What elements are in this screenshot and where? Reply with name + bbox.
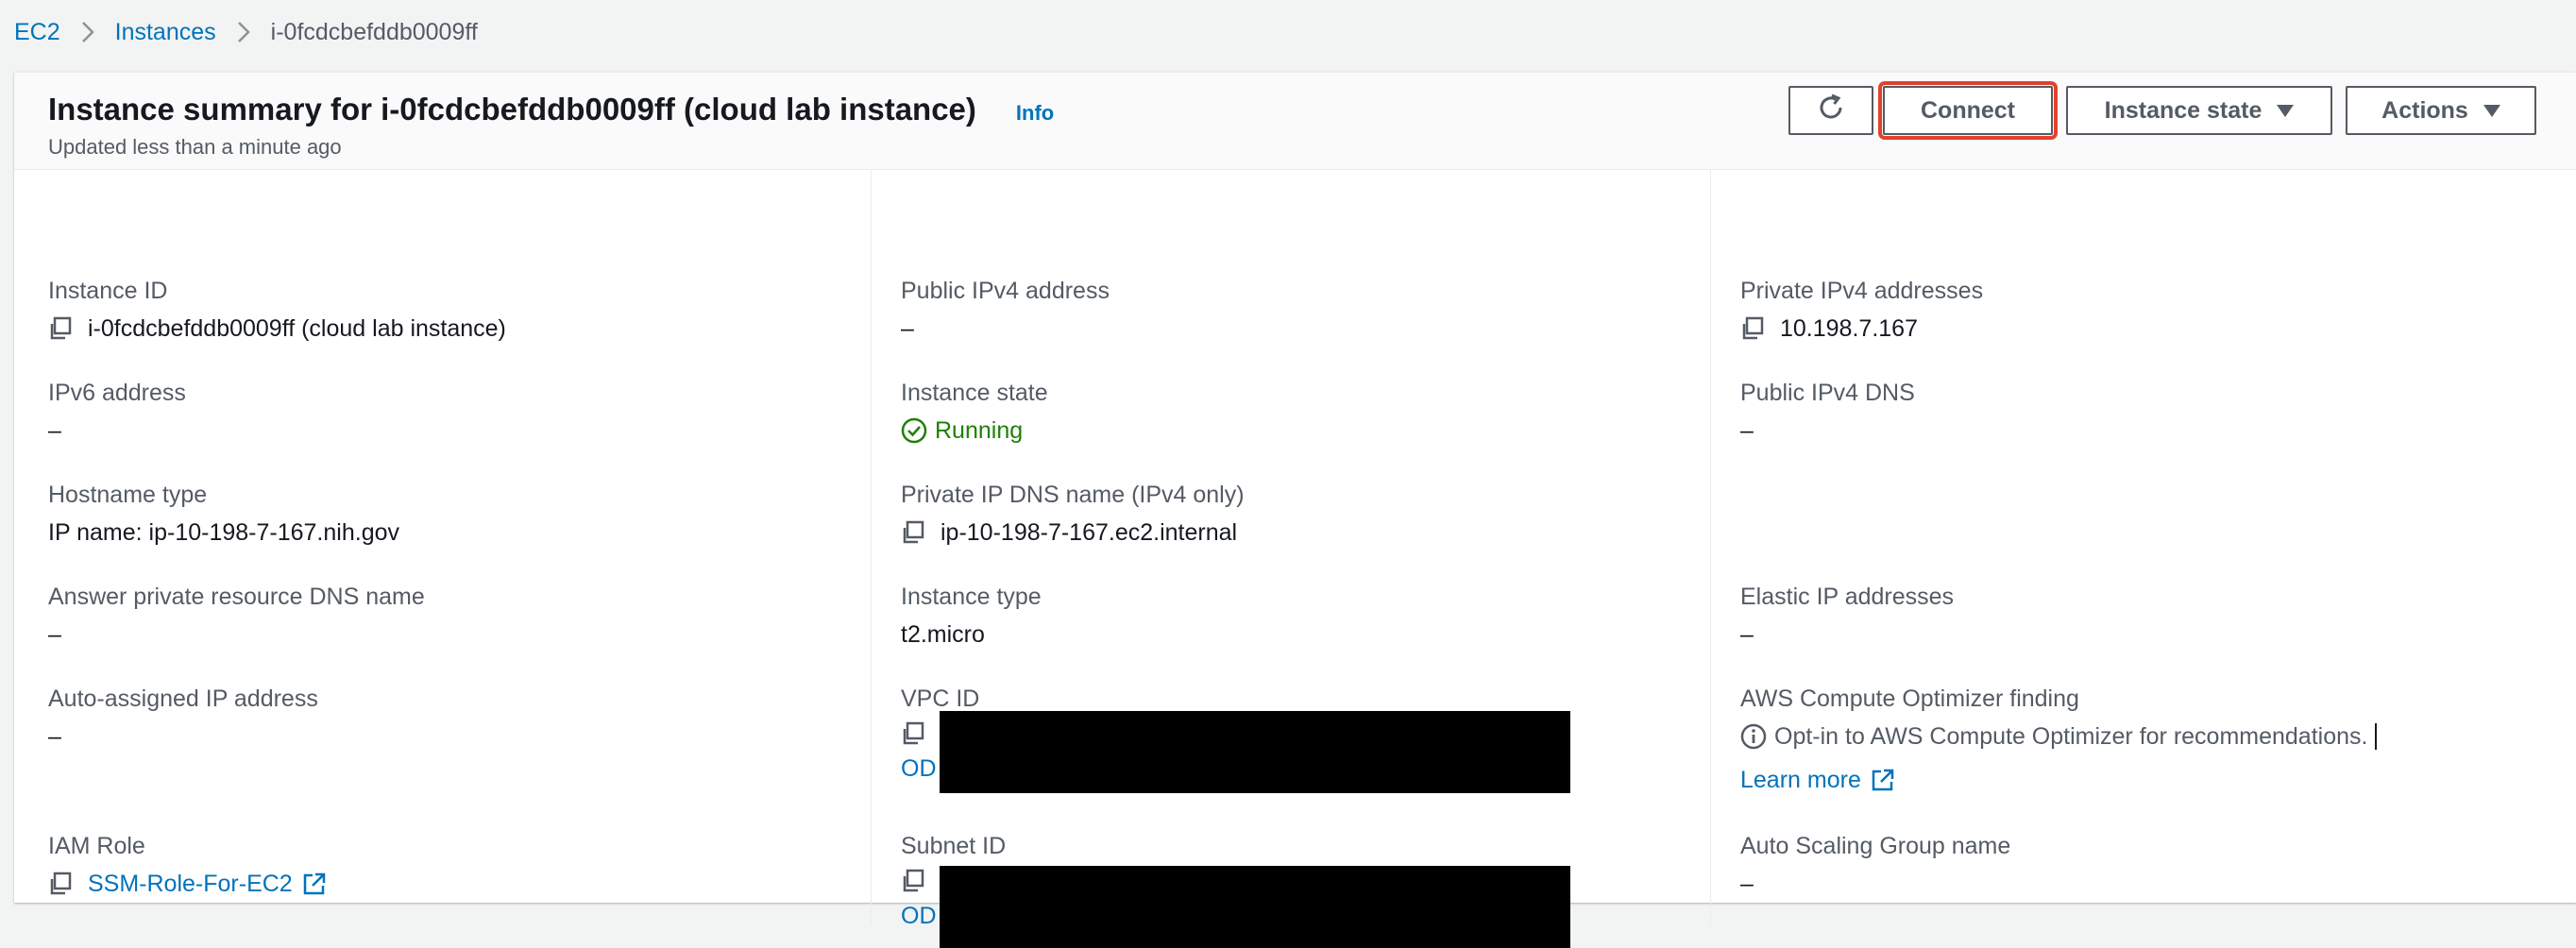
private-ipv4-field: Private IPv4 addresses 10.198.7.167 — [1740, 276, 1983, 344]
actions-label: Actions — [2381, 96, 2468, 124]
instance-state-button[interactable]: Instance state — [2066, 86, 2332, 135]
field-label: Auto-assigned IP address — [48, 686, 318, 712]
field-label: Auto Scaling Group name — [1740, 833, 2011, 859]
field-label: AWS Compute Optimizer finding — [1740, 686, 2079, 712]
public-ipv4-value: – — [901, 315, 914, 342]
copy-icon[interactable] — [901, 520, 925, 545]
field-label: IAM Role — [48, 833, 145, 859]
ipv6-field: IPv6 address – — [48, 378, 186, 446]
private-ipv4-value: 10.198.7.167 — [1780, 315, 1918, 342]
field-label: IPv6 address — [48, 380, 186, 406]
field-label: Elastic IP addresses — [1740, 584, 1955, 610]
instance-state-value: Running — [935, 417, 1024, 444]
connect-button[interactable]: Connect — [1878, 81, 2058, 140]
details-column-3: Private IPv4 addresses 10.198.7.167 Publ… — [1710, 170, 2576, 925]
breadcrumb-instances[interactable]: Instances — [115, 19, 216, 46]
redaction-block — [940, 866, 1570, 948]
field-label: Public IPv4 DNS — [1740, 380, 1915, 406]
instance-id-value: i-0fcdcbefddb0009ff (cloud lab instance) — [88, 315, 506, 342]
private-dns-value: ip-10-198-7-167.ec2.internal — [941, 519, 1238, 546]
field-label: Instance state — [901, 380, 1048, 406]
refresh-icon — [1816, 93, 1846, 129]
field-label: Instance type — [901, 584, 1042, 610]
details-column-2: Public IPv4 address – Instance state Run… — [871, 170, 1710, 948]
auto-ip-value: – — [48, 723, 61, 750]
external-link-icon[interactable] — [1871, 768, 1895, 792]
info-link[interactable]: Info — [1016, 101, 1054, 126]
learn-more-link[interactable]: Learn more — [1740, 765, 1861, 795]
auto-ip-field: Auto-assigned IP address – — [48, 684, 318, 752]
hostname-type-field: Hostname type IP name: ip-10-198-7-167.n… — [48, 480, 399, 548]
instance-id-field: Instance ID i-0fcdcbefddb0009ff (cloud l… — [48, 276, 506, 344]
public-ipv4-field: Public IPv4 address – — [901, 276, 1110, 344]
instance-summary-panel: Instance summary for i-0fcdcbefddb0009ff… — [14, 72, 2576, 948]
field-label: Private IPv4 addresses — [1740, 278, 1984, 304]
copy-icon[interactable] — [48, 872, 73, 896]
page-title: Instance summary for i-0fcdcbefddb0009ff… — [48, 92, 976, 127]
iam-role-link[interactable]: SSM-Role-For-EC2 — [88, 869, 293, 899]
field-label: VPC ID — [901, 686, 980, 712]
field-label: Answer private resource DNS name — [48, 584, 425, 610]
header-actions: Connect Instance state Actions — [1788, 81, 2536, 140]
field-label: Instance ID — [48, 278, 168, 304]
panel-header: Instance summary for i-0fcdcbefddb0009ff… — [14, 73, 2576, 170]
asg-value: – — [1740, 871, 1754, 897]
redaction-block — [940, 711, 1570, 793]
optimizer-text: Opt-in to AWS Compute Optimizer for reco… — [1774, 723, 2368, 750]
copy-icon[interactable] — [901, 869, 925, 893]
vpc-id-link[interactable]: OD — [901, 753, 937, 784]
field-label: Private IP DNS name (IPv4 only) — [901, 482, 1245, 508]
caret-down-icon — [2483, 104, 2500, 117]
iam-role-field: IAM Role SSM-Role-For-EC2 — [48, 831, 327, 899]
updated-text: Updated less than a minute ago — [48, 135, 342, 159]
details-column-1: Instance ID i-0fcdcbefddb0009ff (cloud l… — [14, 170, 871, 925]
hostname-type-value: IP name: ip-10-198-7-167.nih.gov — [48, 519, 399, 546]
chevron-right-icon — [81, 21, 94, 43]
instance-state-label: Instance state — [2104, 96, 2262, 124]
field-label: Public IPv4 address — [901, 278, 1110, 304]
field-label: Hostname type — [48, 482, 208, 508]
info-circle-icon — [1740, 723, 1767, 750]
status-check-icon — [901, 417, 927, 444]
elastic-ip-value: – — [1740, 621, 1754, 648]
caret-down-icon — [2277, 104, 2295, 117]
instance-type-field: Instance type t2.micro — [901, 582, 1042, 650]
elastic-ip-field: Elastic IP addresses – — [1740, 582, 1954, 650]
instance-type-value: t2.micro — [901, 621, 985, 648]
answer-dns-value: – — [48, 621, 61, 648]
external-link-icon[interactable] — [302, 872, 327, 896]
ipv6-value: – — [48, 417, 61, 444]
field-label: Subnet ID — [901, 833, 1007, 859]
asg-field: Auto Scaling Group name – — [1740, 831, 2010, 899]
public-dns-value: – — [1740, 417, 1754, 444]
answer-dns-field: Answer private resource DNS name – — [48, 582, 425, 650]
text-cursor — [2375, 723, 2378, 750]
optimizer-field: AWS Compute Optimizer finding Opt-in to … — [1740, 684, 2378, 795]
private-dns-field: Private IP DNS name (IPv4 only) ip-10-19… — [901, 480, 1245, 548]
chevron-right-icon — [237, 21, 250, 43]
public-dns-field: Public IPv4 DNS – — [1740, 378, 1915, 446]
breadcrumb-current: i-0fcdcbefddb0009ff — [270, 18, 478, 45]
refresh-button[interactable] — [1788, 86, 1873, 135]
breadcrumb: EC2 Instances i-0fcdcbefddb0009ff — [14, 11, 478, 53]
actions-button[interactable]: Actions — [2346, 86, 2536, 135]
copy-icon[interactable] — [48, 316, 73, 341]
breadcrumb-ec2[interactable]: EC2 — [14, 19, 60, 46]
copy-icon[interactable] — [901, 721, 925, 746]
copy-icon[interactable] — [1740, 316, 1765, 341]
subnet-id-link[interactable]: OD — [901, 901, 937, 931]
instance-state-field: Instance state Running — [901, 378, 1048, 446]
